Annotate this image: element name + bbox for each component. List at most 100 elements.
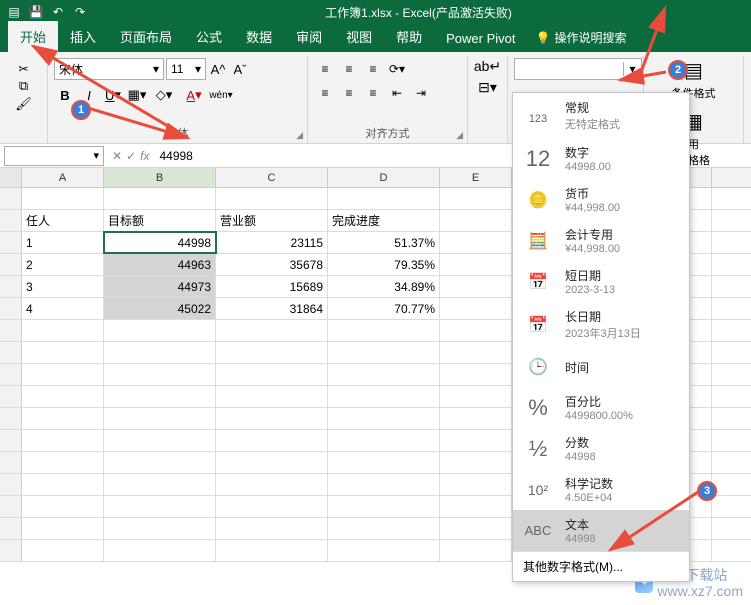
cell[interactable] — [440, 188, 512, 209]
cell[interactable] — [22, 430, 104, 451]
cell[interactable] — [440, 254, 512, 275]
cell[interactable] — [104, 386, 216, 407]
cell[interactable] — [216, 430, 328, 451]
cell[interactable] — [216, 452, 328, 473]
cell[interactable]: 任人 — [22, 210, 104, 231]
cell[interactable]: 44963 — [104, 254, 216, 275]
format-option-短日期[interactable]: 📅短日期2023-3-13 — [513, 261, 689, 302]
tab-formula[interactable]: 公式 — [184, 21, 234, 52]
align-top-icon[interactable]: ≡ — [314, 58, 336, 80]
cell[interactable] — [216, 342, 328, 363]
format-option-分数[interactable]: ½分数44998 — [513, 428, 689, 469]
orientation-icon[interactable]: ⟳▾ — [386, 58, 408, 80]
cell[interactable] — [328, 430, 440, 451]
format-option-货币[interactable]: 🪙货币¥44,998.00 — [513, 179, 689, 220]
cell[interactable] — [328, 408, 440, 429]
cell[interactable]: 70.77% — [328, 298, 440, 319]
cell[interactable] — [104, 188, 216, 209]
cell[interactable] — [22, 342, 104, 363]
cell[interactable]: 44998 — [104, 232, 216, 253]
cut-icon[interactable]: ✂ — [18, 62, 28, 76]
more-number-formats[interactable]: 其他数字格式(M)... — [513, 551, 689, 581]
cell[interactable] — [440, 474, 512, 495]
cell[interactable] — [104, 364, 216, 385]
cell[interactable] — [104, 408, 216, 429]
cell[interactable] — [22, 474, 104, 495]
cell[interactable] — [22, 408, 104, 429]
row-header[interactable] — [0, 232, 22, 253]
align-dialog-launcher[interactable]: ◢ — [456, 130, 463, 141]
cell[interactable] — [104, 540, 216, 561]
cell[interactable] — [216, 474, 328, 495]
fx-icon[interactable]: fx — [140, 149, 149, 163]
row-header[interactable] — [0, 342, 22, 363]
tab-data[interactable]: 数据 — [234, 21, 284, 52]
row-header[interactable] — [0, 496, 22, 517]
cell[interactable]: 23115 — [216, 232, 328, 253]
name-box[interactable]: ▾ — [4, 146, 104, 166]
decrease-indent-icon[interactable]: ⇤ — [386, 82, 408, 104]
align-left-icon[interactable]: ≡ — [314, 82, 336, 104]
cell[interactable] — [440, 540, 512, 561]
row-header[interactable] — [0, 452, 22, 473]
format-option-文本[interactable]: ABC文本44998 — [513, 510, 689, 551]
cell[interactable]: 79.35% — [328, 254, 440, 275]
undo-icon[interactable]: ↶ — [48, 2, 68, 22]
cell[interactable] — [440, 342, 512, 363]
format-option-百分比[interactable]: %百分比4499800.00% — [513, 387, 689, 428]
cell[interactable]: 3 — [22, 276, 104, 297]
col-header-e[interactable]: E — [440, 168, 512, 187]
cell[interactable] — [216, 386, 328, 407]
col-header-b[interactable]: B — [104, 168, 216, 187]
tab-home[interactable]: 开始 — [8, 21, 58, 52]
cell[interactable]: 1 — [22, 232, 104, 253]
redo-icon[interactable]: ↷ — [70, 2, 90, 22]
row-header[interactable] — [0, 540, 22, 561]
underline-button[interactable]: U▾ — [102, 84, 124, 106]
cell[interactable] — [22, 496, 104, 517]
cell[interactable] — [216, 364, 328, 385]
cell[interactable] — [22, 452, 104, 473]
cell[interactable] — [440, 496, 512, 517]
cell[interactable] — [104, 342, 216, 363]
cell[interactable] — [216, 518, 328, 539]
col-header-d[interactable]: D — [328, 168, 440, 187]
cell[interactable] — [22, 320, 104, 341]
tab-powerpivot[interactable]: Power Pivot — [434, 25, 527, 52]
row-header[interactable] — [0, 386, 22, 407]
format-option-时间[interactable]: 🕒时间 — [513, 347, 689, 387]
cell[interactable] — [104, 496, 216, 517]
cell[interactable]: 15689 — [216, 276, 328, 297]
number-format-combo[interactable]: ▾ — [514, 58, 642, 80]
format-option-常规[interactable]: 123常规无特定格式 — [513, 93, 689, 138]
cell[interactable]: 2 — [22, 254, 104, 275]
select-all-corner[interactable] — [0, 168, 22, 187]
cell[interactable] — [104, 474, 216, 495]
cell[interactable] — [328, 496, 440, 517]
cell[interactable] — [216, 496, 328, 517]
cell[interactable] — [216, 408, 328, 429]
cell[interactable] — [440, 364, 512, 385]
cell[interactable] — [440, 232, 512, 253]
increase-indent-icon[interactable]: ⇥ — [410, 82, 432, 104]
align-middle-icon[interactable]: ≡ — [338, 58, 360, 80]
cell[interactable] — [440, 430, 512, 451]
cell[interactable] — [22, 188, 104, 209]
save-icon[interactable]: 💾 — [26, 2, 46, 22]
wrap-text-icon[interactable]: ab↵ — [474, 58, 501, 75]
row-header[interactable] — [0, 320, 22, 341]
tab-insert[interactable]: 插入 — [58, 21, 108, 52]
cell[interactable] — [104, 452, 216, 473]
increase-font-icon[interactable]: A^ — [208, 58, 228, 80]
cell[interactable] — [22, 364, 104, 385]
format-option-数字[interactable]: 12数字44998.00 — [513, 138, 689, 179]
cell[interactable]: 完成进度 — [328, 210, 440, 231]
cell[interactable] — [440, 298, 512, 319]
cell[interactable] — [22, 386, 104, 407]
cell[interactable] — [216, 320, 328, 341]
format-option-长日期[interactable]: 📅长日期2023年3月13日 — [513, 302, 689, 347]
align-right-icon[interactable]: ≡ — [362, 82, 384, 104]
border-button[interactable]: ▦▾ — [126, 84, 148, 106]
format-painter-icon[interactable]: 🖌 — [15, 96, 32, 112]
cell[interactable] — [104, 320, 216, 341]
